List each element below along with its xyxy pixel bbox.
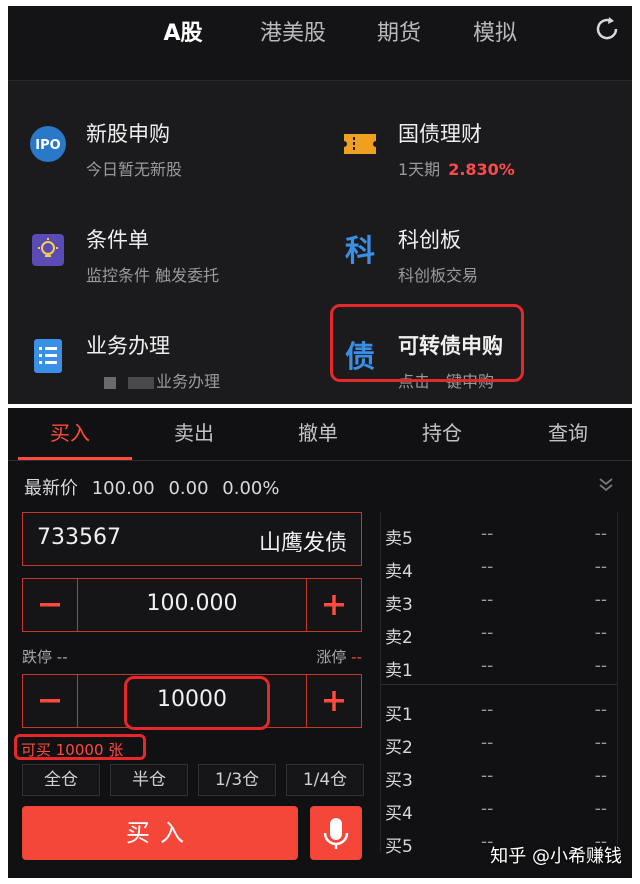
condition-subtitle: 监控条件 触发委托	[86, 266, 220, 285]
price-change: 0.00	[168, 478, 209, 499]
market-tabs: A股 港美股 期货 模拟	[8, 6, 632, 81]
bid-level: 买1 -- --	[385, 700, 607, 725]
limit-down: 跌停 --	[22, 648, 68, 666]
star-subtitle: 科创板交易	[398, 266, 479, 285]
svg-text:科: 科	[345, 234, 375, 269]
ask-level: 卖4 -- --	[385, 557, 607, 582]
bid-level: 买2 -- --	[385, 733, 607, 758]
tab-hk-us[interactable]: 港美股	[248, 14, 338, 54]
latest-price-label: 最新价	[24, 478, 78, 499]
order-book: 卖5 -- -- 卖4 -- -- 卖3 -- -- 卖2 -- -- 卖1 -- -- 买1 -- -…	[380, 512, 618, 857]
price-stepper: 100.000	[22, 578, 362, 632]
price-input[interactable]: 100.000	[79, 591, 305, 616]
app-screenshot: A股 港美股 期货 模拟 IPO 新股申购 今日暂无新股 国债理财 1天期 2.…	[8, 6, 632, 878]
business-subtitle: 业务办理	[86, 368, 220, 392]
trade-panel: 买入 卖出 撤单 持仓 查询 最新价 100.00 0.00 0.00% 733…	[8, 408, 632, 878]
ratio-quarter[interactable]: 1/4仓	[286, 764, 364, 796]
security-name: 山鹰发债	[258, 531, 347, 556]
ratio-full[interactable]: 全仓	[22, 764, 100, 796]
star-title: 科创板	[398, 228, 461, 252]
tab-a-shares[interactable]: A股	[148, 14, 218, 54]
ticket-icon	[344, 134, 376, 154]
business-subtitle-text: 业务办理	[156, 372, 221, 391]
security-input[interactable]: 733567 山鹰发债	[22, 512, 362, 566]
bid-level: 买3 -- --	[385, 766, 607, 791]
buy-button[interactable]: 买入	[22, 806, 298, 860]
quantity-decrease-button[interactable]	[23, 675, 78, 727]
watermark: 知乎 @小希赚钱	[490, 846, 622, 867]
tab-query[interactable]: 查询	[506, 408, 630, 458]
bulb-icon	[32, 234, 64, 266]
ratio-half[interactable]: 半仓	[110, 764, 188, 796]
tab-futures[interactable]: 期货	[364, 14, 434, 54]
tab-cancel[interactable]: 撤单	[256, 408, 380, 458]
ke-icon: 科	[345, 234, 375, 269]
convertible-highlight	[330, 304, 524, 382]
ipo-title: 新股申购	[86, 122, 170, 146]
list-icon	[34, 339, 62, 373]
plus-icon	[324, 691, 344, 711]
tab-simulation[interactable]: 模拟	[460, 14, 530, 54]
refresh-icon[interactable]	[592, 14, 622, 44]
bond-term: 1天期	[398, 160, 441, 179]
bond-subtitle: 1天期 2.830%	[398, 156, 515, 180]
service-star-market[interactable]: 科 科创板 科创板交易	[320, 204, 620, 304]
security-code: 733567	[37, 525, 121, 550]
bond-rate: 2.830%	[448, 160, 515, 179]
ipo-icon: IPO	[30, 126, 66, 162]
price-increase-button[interactable]	[306, 579, 361, 631]
price-change-pct: 0.00%	[222, 478, 280, 499]
ask-level: 卖2 -- --	[385, 623, 607, 648]
trade-tabs: 买入 卖出 撤单 持仓 查询	[8, 408, 632, 461]
condition-title: 条件单	[86, 228, 149, 252]
plus-icon	[324, 595, 344, 615]
ask-level: 卖3 -- --	[385, 590, 607, 615]
tab-position[interactable]: 持仓	[380, 408, 504, 458]
available-quantity: 可买 10000 张	[14, 734, 146, 760]
limit-up: 涨停 --	[316, 648, 362, 666]
chevron-down-icon[interactable]	[596, 474, 616, 494]
book-divider	[381, 684, 617, 685]
quantity-highlight	[124, 676, 270, 730]
ipo-subtitle: 今日暂无新股	[86, 160, 183, 179]
price-decrease-button[interactable]	[23, 579, 78, 631]
bid-level: 买4 -- --	[385, 799, 607, 824]
ratio-third[interactable]: 1/3仓	[198, 764, 276, 796]
latest-price-bar: 最新价 100.00 0.00 0.00%	[24, 474, 287, 500]
latest-price: 100.00	[91, 478, 155, 499]
svg-text:IPO: IPO	[35, 138, 60, 153]
bond-title: 国债理财	[398, 122, 482, 146]
service-condition-order[interactable]: 条件单 监控条件 触发委托	[8, 204, 308, 304]
voice-button[interactable]	[310, 806, 362, 860]
business-title: 业务办理	[86, 334, 170, 358]
ask-level: 卖5 -- --	[385, 524, 607, 549]
minus-icon	[40, 603, 60, 607]
microphone-icon	[323, 818, 349, 849]
redacted-block	[104, 376, 116, 389]
minus-icon	[40, 699, 60, 703]
tab-buy[interactable]: 买入	[8, 408, 132, 460]
service-ipo[interactable]: IPO 新股申购 今日暂无新股	[8, 98, 308, 198]
quantity-increase-button[interactable]	[306, 675, 361, 727]
tab-sell[interactable]: 卖出	[132, 408, 256, 458]
services-panel: A股 港美股 期货 模拟 IPO 新股申购 今日暂无新股 国债理财 1天期 2.…	[8, 6, 632, 404]
service-business[interactable]: 业务办理 业务办理	[8, 310, 308, 410]
position-ratio-buttons: 全仓 半仓 1/3仓 1/4仓	[22, 764, 364, 796]
ask-level: 卖1 -- --	[385, 656, 607, 681]
redacted-block	[128, 376, 154, 389]
service-bond[interactable]: 国债理财 1天期 2.830%	[320, 98, 620, 198]
